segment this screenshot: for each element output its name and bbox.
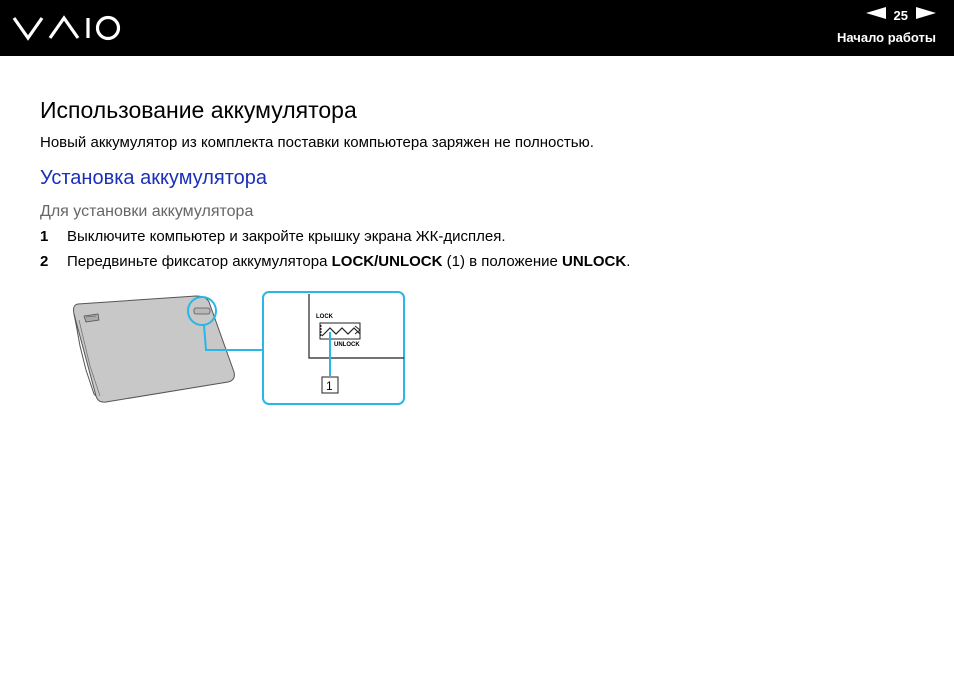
lock-latch-icon xyxy=(319,322,361,340)
vaio-logo xyxy=(12,12,122,49)
step-text-part: (1) в положение xyxy=(442,253,563,270)
lock-unlock-term: LOCK/UNLOCK xyxy=(331,253,443,270)
procedure-title: Для установки аккумулятора xyxy=(40,203,254,220)
unlock-term: UNLOCK xyxy=(562,253,627,270)
main-content: Использование аккумулятора Новый аккумул… xyxy=(40,96,920,277)
step-item: 1 Выключите компьютер и закройте крышку … xyxy=(40,227,920,247)
section-link[interactable]: Начало работы xyxy=(796,30,936,45)
page-number: 25 xyxy=(893,7,908,23)
page-header: 25 Начало работы xyxy=(0,0,954,56)
step-number: 1 xyxy=(40,228,49,245)
step-text: Выключите компьютер и закройте крышку эк… xyxy=(67,228,506,245)
prev-page-arrow-icon[interactable] xyxy=(865,6,886,24)
page-title: Использование аккумулятора xyxy=(40,97,357,123)
step-text-part: Передвиньте фиксатор аккумулятора xyxy=(67,253,332,270)
callout-number: 1 xyxy=(326,379,333,393)
step-text-part: . xyxy=(626,253,631,270)
page-navigation: 25 Начало работы xyxy=(796,6,936,45)
intro-text: Новый аккумулятор из комплекта поставки … xyxy=(40,134,594,151)
battery-illustration: LOCK UNLOCK 1 xyxy=(66,290,411,410)
step-text: Передвиньте фиксатор аккумулятора LOCK/U… xyxy=(67,252,630,272)
steps-list: 1 Выключите компьютер и закройте крышку … xyxy=(40,227,920,272)
unlock-label: UNLOCK xyxy=(334,342,360,348)
step-number: 2 xyxy=(40,253,49,270)
lock-label: LOCK xyxy=(316,314,334,320)
section-subtitle: Установка аккумулятора xyxy=(40,167,268,189)
next-page-arrow-icon[interactable] xyxy=(916,6,936,24)
step-item: 2 Передвиньте фиксатор аккумулятора LOCK… xyxy=(40,252,920,272)
